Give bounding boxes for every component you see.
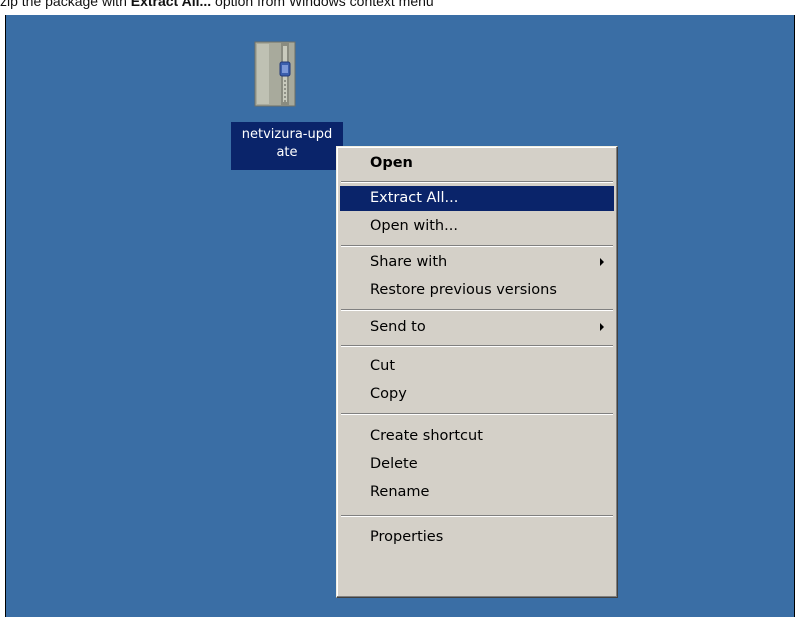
caption-prefix: zip the package with	[0, 0, 131, 9]
zip-folder-icon	[254, 41, 296, 107]
menu-separator	[341, 181, 613, 183]
menu-item-restore-previous-versions[interactable]: Restore previous versions	[340, 278, 614, 303]
icon-label-line2: ate	[276, 145, 298, 160]
menu-separator	[341, 345, 613, 347]
desktop-icon-label[interactable]: netvizura-upd ate	[231, 122, 343, 170]
menu-separator	[341, 245, 613, 247]
menu-item-create-shortcut[interactable]: Create shortcut	[340, 424, 614, 449]
menu-item-open-with[interactable]: Open with...	[340, 214, 614, 239]
menu-item-open[interactable]: Open	[340, 151, 614, 176]
submenu-arrow-icon	[600, 258, 604, 266]
menu-item-share-with[interactable]: Share with	[340, 250, 614, 275]
menu-item-share-with-label: Share with	[370, 254, 448, 270]
menu-item-send-to-label: Send to	[370, 319, 426, 335]
desktop: netvizura-upd ate Open Extract All... Op…	[5, 15, 795, 617]
menu-separator	[341, 413, 613, 415]
caption-suffix: option from Windows context menu	[211, 0, 434, 9]
menu-item-send-to[interactable]: Send to	[340, 315, 614, 340]
menu-separator	[341, 309, 613, 311]
submenu-arrow-icon	[600, 323, 604, 331]
instruction-caption: zip the package with Extract All... opti…	[0, 0, 797, 12]
menu-item-extract-all[interactable]: Extract All...	[340, 186, 614, 211]
caption-bold: Extract All...	[130, 0, 212, 9]
menu-item-delete[interactable]: Delete	[340, 452, 614, 477]
menu-separator	[341, 515, 613, 517]
menu-item-rename[interactable]: Rename	[340, 480, 614, 505]
icon-label-line1: netvizura-upd	[241, 127, 333, 142]
menu-item-copy[interactable]: Copy	[340, 382, 614, 407]
menu-item-properties[interactable]: Properties	[340, 525, 614, 550]
context-menu: Open Extract All... Open with... Share w…	[336, 146, 618, 598]
menu-item-cut[interactable]: Cut	[340, 354, 614, 379]
